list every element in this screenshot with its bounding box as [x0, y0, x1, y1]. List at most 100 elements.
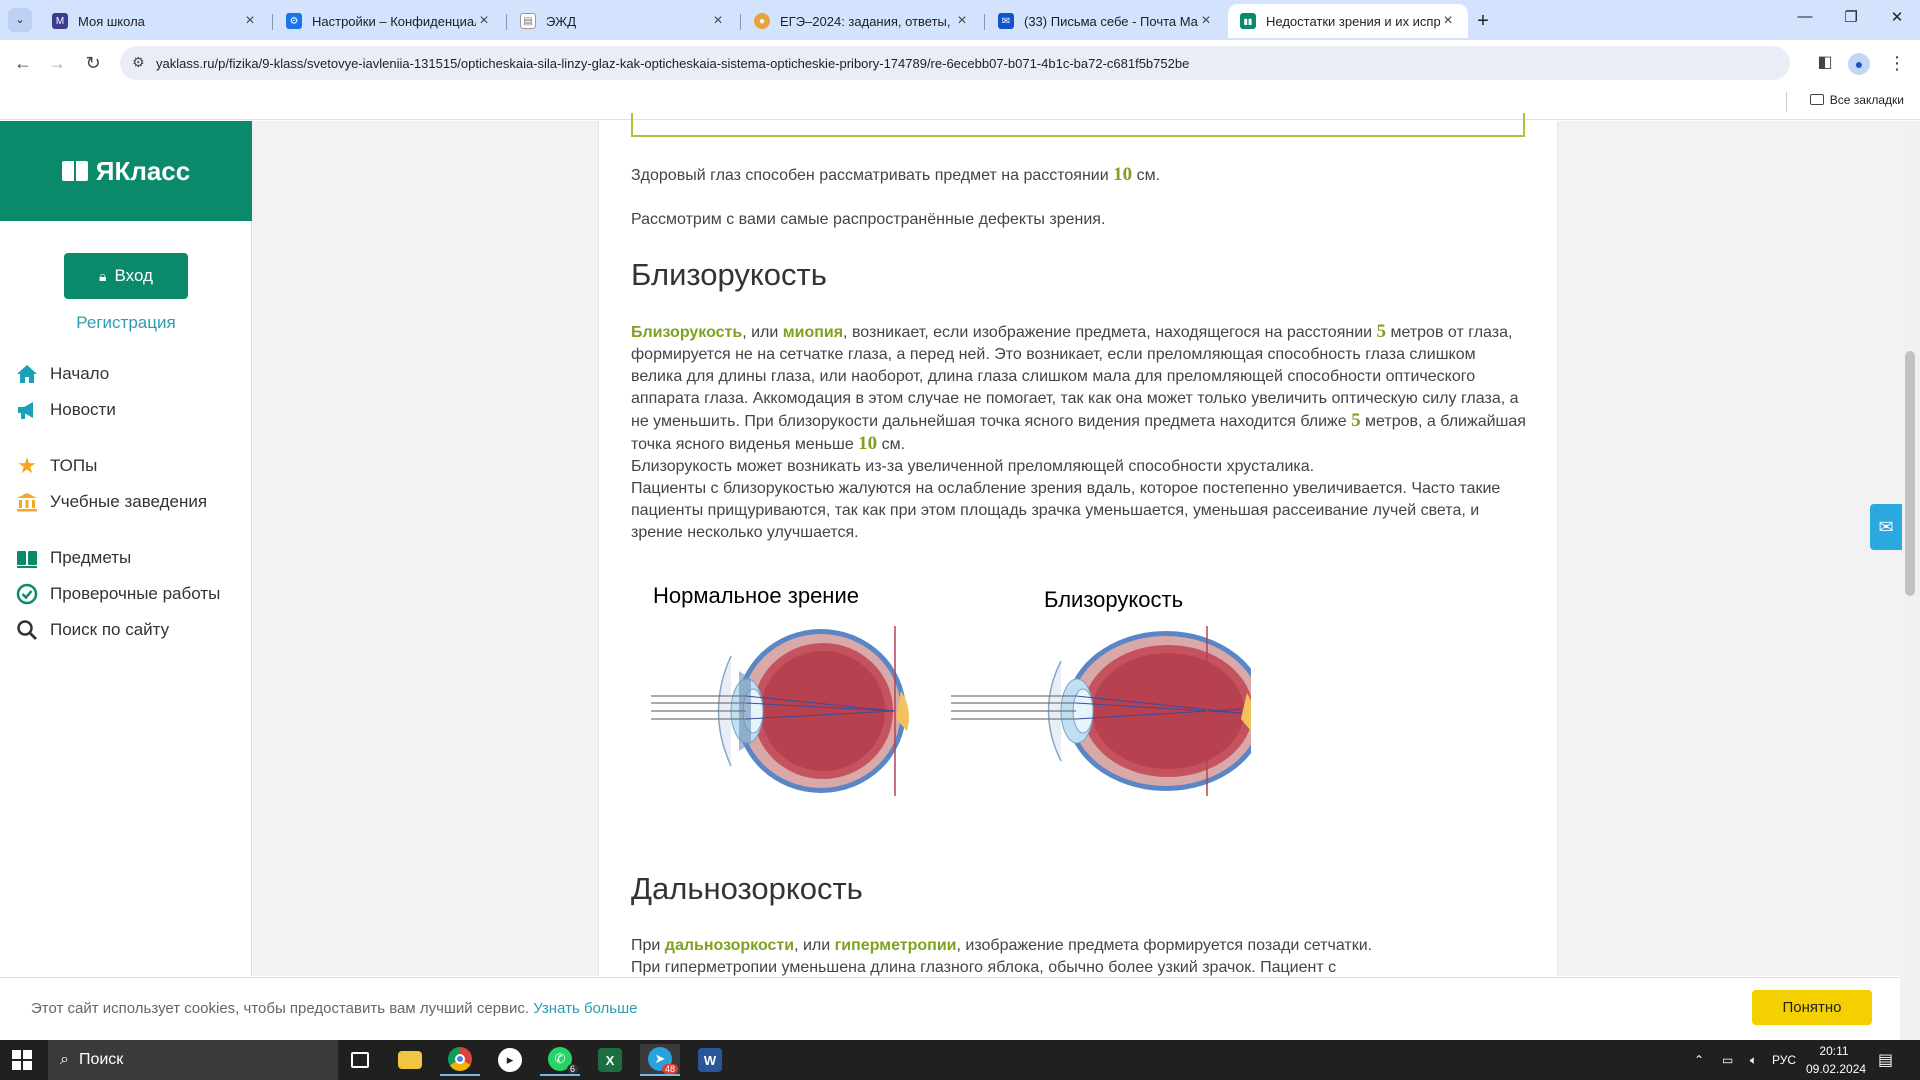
- sidebar-item-label: Учебные заведения: [50, 492, 208, 511]
- browser-tab[interactable]: ⚙ Настройки – Конфиденциальн ×: [274, 4, 504, 38]
- megaphone-icon: [16, 399, 38, 421]
- term-link[interactable]: Близорукость: [631, 324, 742, 341]
- tab-close-icon[interactable]: ×: [710, 12, 726, 30]
- site-logo[interactable]: ЯКласс: [0, 121, 252, 221]
- home-icon: [16, 363, 38, 385]
- tab-close-icon[interactable]: ×: [1440, 12, 1456, 30]
- register-link[interactable]: Регистрация: [0, 313, 252, 333]
- side-panel-icon[interactable]: ◧: [1810, 48, 1840, 78]
- browser-tab[interactable]: ▤ ЭЖД ×: [508, 4, 738, 38]
- learn-more-link[interactable]: Узнать больше: [533, 1000, 637, 1017]
- tab-search-button[interactable]: ⌄: [8, 8, 32, 32]
- back-arrow-icon[interactable]: ←: [8, 48, 38, 78]
- term-link[interactable]: дальнозоркости: [665, 937, 794, 954]
- tab-favicon-icon: ▤: [520, 13, 536, 29]
- notifications-icon[interactable]: ▤: [1878, 1040, 1893, 1080]
- scrollbar-thumb[interactable]: [1905, 351, 1915, 596]
- sidebar-item-subjects[interactable]: Предметы: [16, 547, 131, 569]
- star-icon: ★: [17, 453, 37, 478]
- taskbar-search-box[interactable]: ⌕ Поиск: [48, 1040, 338, 1080]
- telegram-icon[interactable]: ➤ 48: [640, 1044, 680, 1076]
- sidebar-item-label: ТОПы: [50, 456, 98, 475]
- sidebar-item-search[interactable]: Поиск по сайту: [16, 619, 169, 641]
- show-hidden-icons[interactable]: ⌃: [1694, 1040, 1704, 1080]
- volume-icon[interactable]: 🔈︎: [1750, 1040, 1757, 1080]
- browser-menu-icon[interactable]: ⋮: [1882, 48, 1912, 78]
- tab-title: Моя школа: [78, 13, 145, 29]
- tab-favicon-icon: M: [52, 13, 68, 29]
- tab-close-icon[interactable]: ×: [954, 12, 970, 30]
- clock-date: 09.02.2024: [1806, 1062, 1867, 1076]
- tab-title: Недостатки зрения и их испра: [1266, 13, 1440, 29]
- task-view-icon[interactable]: [340, 1044, 380, 1076]
- telegram-badge: 48: [661, 1064, 678, 1074]
- profile-avatar-icon[interactable]: ●: [1844, 48, 1874, 78]
- cookie-text: Этот сайт использует cookies, чтобы пред…: [31, 1000, 638, 1017]
- login-button[interactable]: 🔒︎ Вход: [64, 253, 188, 299]
- file-explorer-icon[interactable]: [390, 1044, 430, 1076]
- minimize-window-button[interactable]: —: [1790, 8, 1820, 32]
- address-bar-url[interactable]: yaklass.ru/p/fizika/9-klass/svetovye-iav…: [156, 56, 1189, 71]
- caption-normal-vision: Нормальное зрение: [653, 583, 859, 608]
- new-tab-button[interactable]: +: [1470, 8, 1496, 34]
- login-label: Вход: [114, 266, 153, 285]
- books-icon: [16, 547, 38, 569]
- tab-close-icon[interactable]: ×: [476, 12, 492, 30]
- sidebar-item-label: Поиск по сайту: [50, 620, 170, 639]
- paragraph-myopia: Близорукость, или миопия, возникает, есл…: [631, 321, 1526, 541]
- sidebar-item-label: Предметы: [50, 548, 132, 567]
- page-viewport: ЯКласс 🔒︎ Вход Регистрация Начало Новост…: [0, 113, 1920, 976]
- heading-hyperopia: Дальнозоркость: [631, 871, 863, 906]
- tab-close-icon[interactable]: ×: [242, 12, 258, 30]
- sidebar-item-institutions[interactable]: Учебные заведения: [16, 491, 207, 513]
- browser-tab[interactable]: M Моя школа ×: [40, 4, 270, 38]
- sidebar-item-tests[interactable]: Проверочные работы: [16, 583, 220, 605]
- previous-block-frame: [631, 113, 1525, 137]
- cookie-banner: Этот сайт использует cookies, чтобы пред…: [0, 977, 1900, 1040]
- paragraph-intro: Рассмотрим с вами самые распространённые…: [631, 211, 1106, 228]
- close-window-button[interactable]: ✕: [1882, 8, 1912, 32]
- tab-favicon-icon: ●: [754, 13, 770, 29]
- reload-icon[interactable]: ↻: [78, 48, 108, 78]
- tab-close-icon[interactable]: ×: [1198, 12, 1214, 30]
- check-circle-icon: [16, 583, 38, 605]
- address-bar[interactable]: ⚙ yaklass.ru/p/fizika/9-klass/svetovye-i…: [120, 46, 1790, 80]
- media-player-icon[interactable]: ▸: [490, 1044, 530, 1076]
- tab-favicon-icon: ✉: [998, 13, 1014, 29]
- all-bookmarks-button[interactable]: Все закладки: [1809, 93, 1904, 107]
- caption-myopia: Близорукость: [1044, 587, 1184, 612]
- sidebar-item-tops[interactable]: ★ ТОПы: [16, 453, 98, 478]
- feedback-mail-icon[interactable]: ✉: [1870, 504, 1902, 550]
- browser-tab[interactable]: ● ЕГЭ–2024: задания, ответы, ре ×: [742, 4, 982, 38]
- logo-text: ЯКласс: [95, 155, 191, 186]
- term-link[interactable]: миопия: [783, 324, 843, 341]
- term-link[interactable]: гиперметропии: [835, 937, 957, 954]
- browser-tab-active[interactable]: ▮▮ Недостатки зрения и их испра ×: [1228, 4, 1468, 38]
- windows-start-icon[interactable]: [12, 1050, 32, 1070]
- tab-title: Настройки – Конфиденциальн: [312, 13, 476, 29]
- paragraph-hyperopia: При дальнозоркости, или гиперметропии, и…: [631, 937, 1373, 976]
- word-icon[interactable]: W: [690, 1044, 730, 1076]
- windows-taskbar: ⌕ Поиск ▸ ✆ 6 X ➤ 48 W ⌃ ▭ 🔈︎ РУС 20:11 09…: [0, 1040, 1920, 1080]
- folder-icon: [1809, 94, 1824, 105]
- accept-cookies-button[interactable]: Понятно: [1752, 990, 1872, 1025]
- paragraph-healthy-eye: Здоровый глаз способен рассматривать пре…: [631, 164, 1161, 185]
- excel-icon[interactable]: X: [590, 1044, 630, 1076]
- tab-title: ЕГЭ–2024: задания, ответы, ре: [780, 13, 954, 29]
- forward-arrow-icon[interactable]: →: [42, 48, 72, 78]
- site-info-icon[interactable]: ⚙: [132, 54, 145, 71]
- clock[interactable]: 20:11 09.02.2024: [1806, 1042, 1867, 1078]
- sidebar-item-news[interactable]: Новости: [16, 399, 116, 421]
- browser-tab[interactable]: ✉ (33) Письма себе - Почта Mail ×: [986, 4, 1226, 38]
- browser-tab-strip: ⌄ M Моя школа × ⚙ Настройки – Конфиденци…: [0, 0, 1920, 40]
- chrome-icon[interactable]: [440, 1044, 480, 1076]
- network-icon[interactable]: ▭: [1722, 1040, 1733, 1080]
- sidebar-item-home[interactable]: Начало: [16, 363, 109, 385]
- page-scrollbar[interactable]: [1900, 121, 1920, 1040]
- restore-window-button[interactable]: ❐: [1836, 8, 1866, 32]
- sidebar: ЯКласс 🔒︎ Вход Регистрация Начало Новост…: [0, 121, 252, 976]
- tab-title: (33) Письма себе - Почта Mail: [1024, 13, 1198, 29]
- whatsapp-icon[interactable]: ✆ 6: [540, 1044, 580, 1076]
- language-indicator[interactable]: РУС: [1772, 1040, 1796, 1080]
- sidebar-item-label: Проверочные работы: [50, 584, 221, 603]
